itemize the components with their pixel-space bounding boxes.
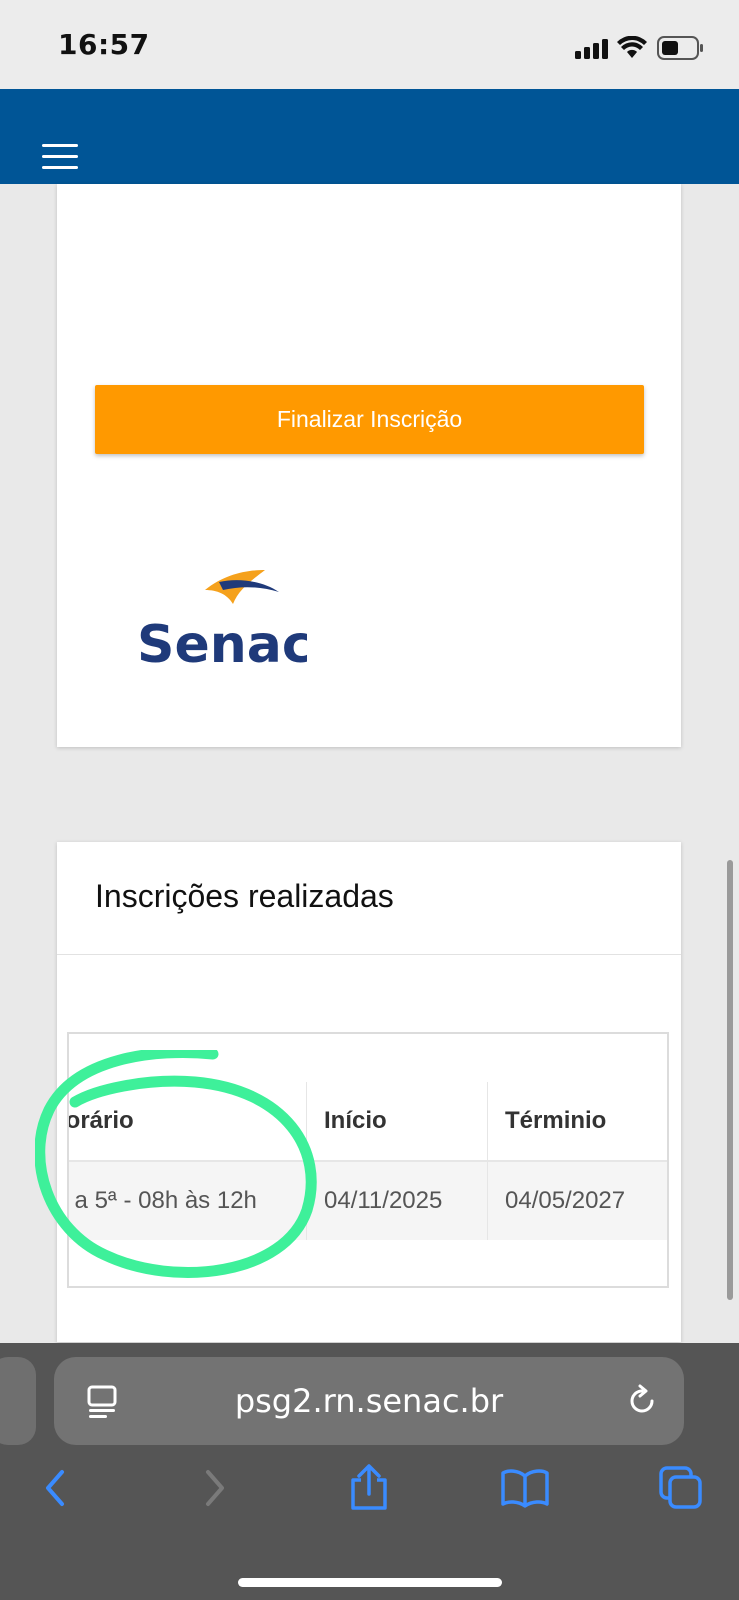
cell-end-date: 04/05/2027: [487, 1162, 667, 1240]
address-bar[interactable]: psg2.rn.senac.br: [54, 1357, 684, 1445]
column-header-schedule: lorário: [67, 1107, 134, 1134]
page-scrollbar[interactable]: [727, 860, 733, 1300]
browser-nav-row: [0, 1463, 739, 1523]
divider: [57, 954, 681, 955]
registrations-card: Inscrições realizadas lorário Início Tér…: [57, 842, 681, 1342]
column-header-end: Términio: [487, 1082, 667, 1160]
app-header: [0, 89, 739, 184]
previous-tab[interactable]: [0, 1357, 36, 1445]
tabs-icon[interactable]: [656, 1463, 706, 1513]
table-row: ª a 5ª - 08h às 12h 04/11/2025 04/05/202…: [67, 1162, 667, 1240]
registrations-title: Inscrições realizadas: [95, 878, 394, 914]
senac-logo: Senac: [137, 564, 313, 675]
status-bar: 16:57: [0, 0, 739, 89]
bookmarks-icon[interactable]: [500, 1463, 550, 1513]
finalize-registration-button[interactable]: Finalizar Inscrição: [95, 385, 644, 454]
status-time: 16:57: [58, 28, 150, 61]
registration-card: Finalizar Inscrição Senac: [57, 184, 681, 747]
signal-icon: [575, 39, 608, 59]
back-icon[interactable]: [30, 1463, 80, 1513]
senac-logo-text: Senac: [137, 615, 307, 674]
hamburger-menu-icon[interactable]: [42, 144, 78, 170]
cell-schedule: ª a 5ª - 08h às 12h: [67, 1187, 257, 1214]
table-header-row: lorário Início Términio: [67, 1082, 667, 1162]
home-indicator: [238, 1578, 502, 1587]
registrations-table[interactable]: lorário Início Términio ª a 5ª - 08h às …: [67, 1032, 669, 1288]
browser-toolbar: psg2.rn.senac.br: [0, 1343, 739, 1600]
reload-icon[interactable]: [624, 1383, 660, 1419]
url-text: psg2.rn.senac.br: [234, 1382, 504, 1420]
battery-icon: [657, 36, 703, 60]
column-header-start: Início: [306, 1082, 486, 1160]
share-icon[interactable]: [344, 1463, 394, 1513]
wifi-icon: [617, 36, 647, 58]
cell-start-date: 04/11/2025: [306, 1162, 486, 1240]
forward-icon[interactable]: [190, 1463, 240, 1513]
